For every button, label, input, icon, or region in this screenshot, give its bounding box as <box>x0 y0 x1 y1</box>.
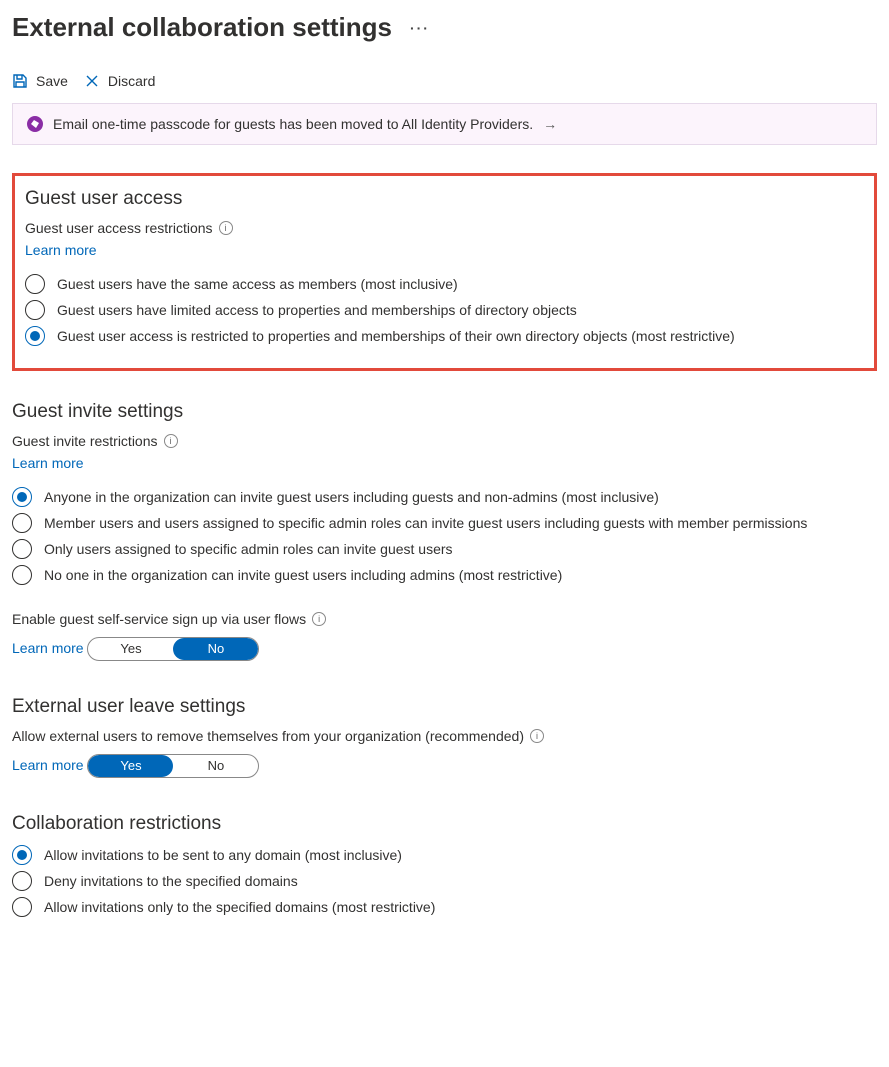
save-button[interactable]: Save <box>12 73 68 89</box>
guest-invite-section: Guest invite settings Guest invite restr… <box>12 401 877 666</box>
collab-heading: Collaboration restrictions <box>12 813 877 835</box>
radio-icon <box>25 326 45 346</box>
save-icon <box>12 73 28 89</box>
toggle-yes[interactable]: Yes <box>88 755 173 777</box>
radio-icon <box>12 565 32 585</box>
self-service-label: Enable guest self-service sign up via us… <box>12 611 306 627</box>
page-title: External collaboration settings ··· <box>12 12 877 43</box>
info-icon[interactable]: i <box>219 221 233 235</box>
arrow-right-icon[interactable]: → <box>543 116 557 132</box>
guest-access-option[interactable]: Guest users have limited access to prope… <box>25 300 864 320</box>
discard-label: Discard <box>108 73 155 89</box>
info-icon[interactable]: i <box>312 612 326 626</box>
guest-invite-heading: Guest invite settings <box>12 401 877 423</box>
guest-access-option[interactable]: Guest users have the same access as memb… <box>25 274 864 294</box>
radio-icon <box>25 300 45 320</box>
toggle-no[interactable]: No <box>173 755 258 777</box>
guest-invite-option-label: No one in the organization can invite gu… <box>44 567 562 583</box>
info-banner: Email one-time passcode for guests has b… <box>12 103 877 145</box>
close-icon <box>84 73 100 89</box>
self-service-toggle[interactable]: Yes No <box>87 637 259 661</box>
guest-invite-sub: Guest invite restrictions i <box>12 433 877 449</box>
collab-option-label: Allow invitations to be sent to any doma… <box>44 847 402 863</box>
guest-access-sub: Guest user access restrictions i <box>25 220 864 236</box>
leave-label: Allow external users to remove themselve… <box>12 728 524 744</box>
guest-invite-option-label: Member users and users assigned to speci… <box>44 515 807 531</box>
guest-access-heading: Guest user access <box>25 188 864 210</box>
toggle-yes[interactable]: Yes <box>88 638 173 660</box>
banner-text: Email one-time passcode for guests has b… <box>53 116 533 132</box>
learn-more-link[interactable]: Learn more <box>12 455 84 471</box>
guest-access-option-label: Guest users have the same access as memb… <box>57 276 458 292</box>
info-icon[interactable]: i <box>164 434 178 448</box>
collab-option-label: Allow invitations only to the specified … <box>44 899 435 915</box>
leave-toggle[interactable]: Yes No <box>87 754 259 778</box>
collab-option[interactable]: Allow invitations only to the specified … <box>12 897 877 917</box>
guest-invite-option[interactable]: Anyone in the organization can invite gu… <box>12 487 877 507</box>
guest-access-option-label: Guest users have limited access to prope… <box>57 302 577 318</box>
guest-access-section: Guest user access Guest user access rest… <box>12 173 877 371</box>
guest-access-option-label: Guest user access is restricted to prope… <box>57 328 735 344</box>
radio-icon <box>25 274 45 294</box>
radio-icon <box>12 845 32 865</box>
guest-invite-sub-text: Guest invite restrictions <box>12 433 158 449</box>
banner-icon <box>27 116 43 132</box>
learn-more-link[interactable]: Learn more <box>25 242 97 258</box>
guest-access-sub-text: Guest user access restrictions <box>25 220 213 236</box>
learn-more-link[interactable]: Learn more <box>12 757 84 773</box>
command-bar: Save Discard <box>12 67 877 103</box>
save-label: Save <box>36 73 68 89</box>
radio-icon <box>12 871 32 891</box>
guest-invite-option[interactable]: Member users and users assigned to speci… <box>12 513 877 533</box>
more-icon[interactable]: ··· <box>410 20 430 36</box>
collab-option-label: Deny invitations to the specified domain… <box>44 873 298 889</box>
info-icon[interactable]: i <box>530 729 544 743</box>
toggle-no[interactable]: No <box>173 638 258 660</box>
guest-invite-option[interactable]: Only users assigned to specific admin ro… <box>12 539 877 559</box>
leave-section: External user leave settings Allow exter… <box>12 696 877 783</box>
guest-invite-option-label: Anyone in the organization can invite gu… <box>44 489 659 505</box>
leave-heading: External user leave settings <box>12 696 877 718</box>
collab-option[interactable]: Deny invitations to the specified domain… <box>12 871 877 891</box>
page-title-text: External collaboration settings <box>12 12 392 43</box>
discard-button[interactable]: Discard <box>84 73 155 89</box>
collab-option[interactable]: Allow invitations to be sent to any doma… <box>12 845 877 865</box>
radio-icon <box>12 487 32 507</box>
radio-icon <box>12 897 32 917</box>
radio-icon <box>12 513 32 533</box>
collab-section: Collaboration restrictions Allow invitat… <box>12 813 877 917</box>
learn-more-link[interactable]: Learn more <box>12 640 84 656</box>
radio-icon <box>12 539 32 559</box>
guest-invite-option-label: Only users assigned to specific admin ro… <box>44 541 453 557</box>
leave-label-row: Allow external users to remove themselve… <box>12 728 877 744</box>
guest-invite-option[interactable]: No one in the organization can invite gu… <box>12 565 877 585</box>
self-service-label-row: Enable guest self-service sign up via us… <box>12 611 877 627</box>
guest-access-option[interactable]: Guest user access is restricted to prope… <box>25 326 864 346</box>
